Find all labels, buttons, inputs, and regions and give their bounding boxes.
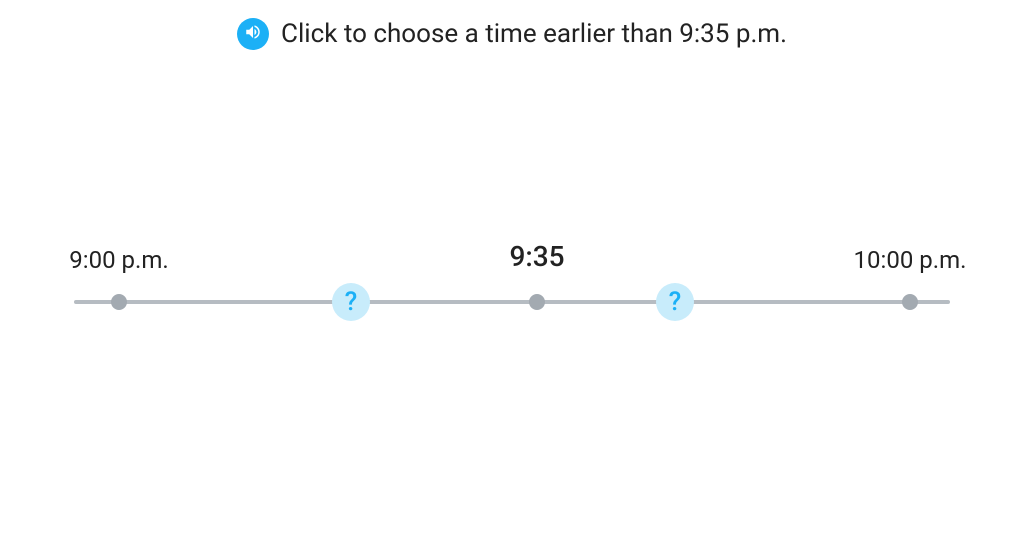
choice-later[interactable]: ? — [656, 283, 694, 321]
prompt-row: Click to choose a time earlier than 9:35… — [0, 0, 1024, 50]
timeline-axis — [74, 300, 950, 304]
timeline-tick-end — [902, 294, 918, 310]
speaker-icon — [244, 23, 262, 45]
timeline-label-end: 10:00 p.m. — [854, 246, 967, 274]
timeline-tick-start — [111, 294, 127, 310]
prompt-text: Click to choose a time earlier than 9:35… — [281, 19, 787, 49]
timeline-label-start: 9:00 p.m. — [69, 246, 168, 274]
timeline-tick-reference — [529, 294, 545, 310]
timeline-label-reference: 9:35 — [509, 240, 564, 273]
audio-play-button[interactable] — [237, 18, 269, 50]
choice-earlier[interactable]: ? — [332, 283, 370, 321]
